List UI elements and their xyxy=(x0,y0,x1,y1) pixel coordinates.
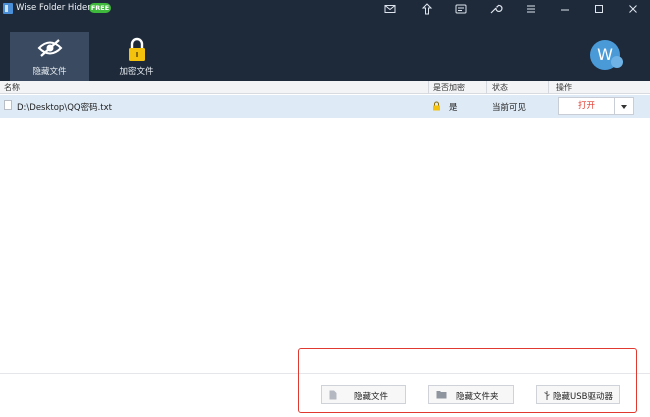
file-table-header: 名称 是否加密 状态 操作 xyxy=(0,81,650,94)
usb-icon xyxy=(544,391,550,400)
hide-usb-button[interactable]: 隐藏USB驱动器 xyxy=(536,385,620,404)
state-value: 当前可见 xyxy=(492,103,527,113)
column-header-state[interactable]: 状态 xyxy=(492,82,508,93)
free-badge: FREE xyxy=(89,3,111,13)
minimize-icon[interactable] xyxy=(557,1,573,17)
column-divider xyxy=(486,81,487,94)
column-header-action[interactable]: 操作 xyxy=(556,82,572,93)
app-title: Wise Folder Hider xyxy=(16,3,91,13)
upgrade-icon[interactable] xyxy=(419,1,435,17)
tab-encrypt-file-label: 加密文件 xyxy=(119,67,154,77)
app-logo-icon xyxy=(3,3,13,14)
tab-hide-file-label: 隐藏文件 xyxy=(32,67,67,77)
hide-file-button[interactable]: 隐藏文件 xyxy=(321,385,406,404)
column-header-encrypted[interactable]: 是否加密 xyxy=(433,82,465,93)
column-header-name[interactable]: 名称 xyxy=(4,82,20,93)
encrypted-value: 是 xyxy=(449,103,458,113)
settings-icon[interactable] xyxy=(487,1,503,17)
open-button[interactable]: 打开 xyxy=(558,97,615,115)
mail-icon[interactable] xyxy=(382,1,398,17)
lock-icon xyxy=(128,37,145,61)
file-icon xyxy=(4,100,12,110)
skin-icon[interactable] xyxy=(453,1,469,17)
close-icon[interactable] xyxy=(625,1,641,17)
main-toolbar: 隐藏文件 加密文件 W xyxy=(0,18,650,81)
maximize-icon[interactable] xyxy=(591,1,607,17)
tab-hide-file[interactable]: 隐藏文件 xyxy=(10,32,89,81)
title-bar: Wise Folder Hider FREE xyxy=(0,0,650,18)
eye-slash-icon xyxy=(37,39,62,57)
column-divider xyxy=(428,81,429,94)
avatar-status-dot xyxy=(611,56,623,68)
column-divider xyxy=(548,81,549,94)
folder-icon xyxy=(436,391,447,399)
file-path: D:\Desktop\QQ密码.txt xyxy=(17,103,112,113)
hide-folder-button-label: 隐藏文件夹 xyxy=(456,392,499,402)
chevron-down-icon[interactable] xyxy=(615,97,634,115)
lock-icon xyxy=(433,101,440,111)
hide-file-button-label: 隐藏文件 xyxy=(354,392,389,402)
menu-icon[interactable] xyxy=(523,1,539,17)
hide-usb-button-label: 隐藏USB驱动器 xyxy=(553,392,613,402)
hide-folder-button[interactable]: 隐藏文件夹 xyxy=(428,385,514,404)
tab-encrypt-file[interactable]: 加密文件 xyxy=(97,32,176,81)
table-row[interactable]: D:\Desktop\QQ密码.txt 是 当前可见 打开 xyxy=(0,95,650,118)
file-icon xyxy=(329,390,337,400)
